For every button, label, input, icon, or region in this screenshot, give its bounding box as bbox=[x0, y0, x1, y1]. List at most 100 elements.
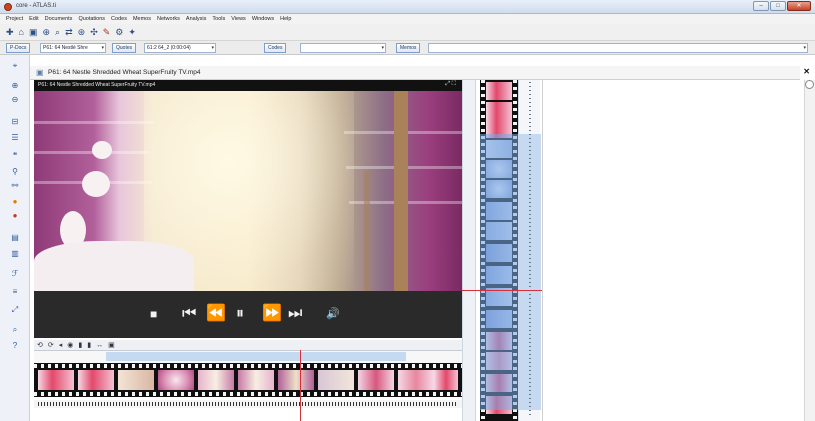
filmstrip-thumbnail[interactable] bbox=[434, 370, 458, 390]
minimize-button[interactable]: – bbox=[753, 1, 769, 11]
filmstrip-thumbnail[interactable] bbox=[358, 370, 394, 390]
menu-help[interactable]: Help bbox=[280, 16, 291, 22]
video-player[interactable]: P61: 64 Nestle Shredded Wheat SuperFruit… bbox=[34, 80, 462, 338]
previous-button[interactable]: ⏮ bbox=[182, 304, 196, 324]
filmstrip-thumbnail[interactable] bbox=[118, 370, 154, 390]
document-tab[interactable]: ▣ P61: 64 Nestle Shredded Wheat SuperFru… bbox=[30, 66, 800, 80]
zoom-range-icon[interactable]: ↔ bbox=[96, 342, 103, 349]
list-tool-icon[interactable]: ☰ bbox=[9, 133, 21, 143]
audio-waveform[interactable] bbox=[34, 400, 462, 408]
code-selector[interactable]: ▾ bbox=[300, 43, 386, 53]
menu-codes[interactable]: Codes bbox=[111, 16, 127, 22]
memo-icon[interactable]: ✎ bbox=[103, 26, 111, 38]
new-project-icon[interactable]: ✚ bbox=[6, 26, 14, 38]
filmstrip-thumbnail[interactable] bbox=[278, 370, 314, 390]
playhead-cursor[interactable] bbox=[300, 350, 301, 421]
add-document-icon[interactable]: ⊕ bbox=[43, 26, 51, 38]
fullscreen-icon[interactable]: ⤢ ⛶ bbox=[445, 81, 456, 88]
filmstrip-thumbnail[interactable] bbox=[486, 82, 512, 100]
filmstrip-thumbnail[interactable] bbox=[38, 370, 74, 390]
menu-windows[interactable]: Windows bbox=[252, 16, 274, 22]
menu-memos[interactable]: Memos bbox=[133, 16, 151, 22]
marker-out-icon[interactable]: ▮ bbox=[87, 341, 91, 349]
loop-icon[interactable]: ⟲ bbox=[37, 341, 43, 349]
filmstrip-thumbnail[interactable] bbox=[198, 370, 234, 390]
codes-button[interactable]: Codes bbox=[264, 43, 287, 53]
step-back-icon[interactable]: ◂ bbox=[59, 341, 63, 349]
pin-icon[interactable] bbox=[805, 80, 814, 89]
record-icon[interactable]: ◉ bbox=[67, 341, 73, 349]
menu-analysis[interactable]: Analysis bbox=[186, 16, 206, 22]
tools-icon[interactable]: ✦ bbox=[128, 26, 136, 38]
help-icon[interactable]: ? bbox=[9, 341, 21, 351]
rewind-button[interactable]: ⏪ bbox=[206, 304, 226, 324]
search-icon[interactable]: ⌕ bbox=[55, 26, 60, 38]
sync-icon[interactable]: ⟳ bbox=[48, 341, 54, 349]
fast-forward-button[interactable]: ⏩ bbox=[262, 304, 282, 324]
document-view-icon[interactable]: ▤ bbox=[9, 233, 21, 243]
quote-tool-icon[interactable]: ❝ bbox=[9, 151, 21, 161]
marker-in-icon[interactable]: ▮ bbox=[78, 341, 82, 349]
timeline-selection[interactable] bbox=[106, 352, 406, 361]
filmstrip-thumbnail[interactable] bbox=[78, 370, 114, 390]
menu-tools[interactable]: Tools bbox=[212, 16, 225, 22]
window-controls: – □ ✕ bbox=[753, 1, 811, 11]
memos-button[interactable]: Memos bbox=[396, 43, 421, 53]
quote-selector[interactable]: 61:2 64_2 (0:00:04) ▾ bbox=[144, 43, 216, 53]
link-icon[interactable]: ⚯ bbox=[9, 181, 21, 191]
vertical-filmstrip[interactable] bbox=[480, 80, 518, 421]
pause-button[interactable]: ⏸ bbox=[236, 304, 244, 324]
close-document-button[interactable]: ✕ bbox=[803, 67, 810, 76]
timeline-ruler[interactable] bbox=[34, 350, 462, 363]
pdocs-button[interactable]: P-Docs bbox=[6, 43, 31, 53]
quotes-button[interactable]: Quotes bbox=[112, 43, 137, 53]
quotation-highlight[interactable] bbox=[480, 134, 518, 410]
margin-area[interactable] bbox=[542, 80, 804, 421]
menu-quotations[interactable]: Quotations bbox=[78, 16, 105, 22]
menu-views[interactable]: Views bbox=[231, 16, 246, 22]
zoom-in-icon[interactable]: ⊕ bbox=[9, 81, 21, 91]
vertical-time-ruler[interactable] bbox=[518, 80, 541, 421]
filmstrip-thumbnail[interactable] bbox=[398, 370, 434, 390]
filmstrip-thumbnail[interactable] bbox=[238, 370, 274, 390]
window-titlebar: core - ATLAS.ti – □ ✕ bbox=[0, 0, 815, 14]
filmstrip-thumbnail[interactable] bbox=[318, 370, 354, 390]
settings-icon[interactable]: ⚙ bbox=[115, 26, 123, 38]
expand-icon[interactable]: ⤢ bbox=[9, 305, 21, 315]
assign-icon[interactable]: ⇄ bbox=[65, 26, 73, 38]
font-icon[interactable]: ℱ bbox=[9, 269, 21, 279]
menu-edit[interactable]: Edit bbox=[29, 16, 38, 22]
open-icon[interactable]: ⌂ bbox=[19, 26, 24, 38]
horizontal-filmstrip[interactable] bbox=[34, 363, 462, 397]
zoom-out-icon[interactable]: ⊖ bbox=[9, 95, 21, 105]
volume-button[interactable]: 🔊 bbox=[326, 304, 340, 324]
sprocket-holes bbox=[34, 364, 462, 368]
query-icon[interactable]: ⊛ bbox=[78, 26, 86, 38]
filter-icon[interactable]: ⚲ bbox=[9, 167, 21, 177]
vertical-playhead-cursor[interactable] bbox=[462, 290, 542, 291]
document-selector[interactable]: P61: 64 Nestlé Shre ▾ bbox=[40, 43, 106, 53]
menu-networks[interactable]: Networks bbox=[157, 16, 180, 22]
search-tool-icon[interactable]: ⌕ bbox=[9, 325, 21, 335]
snapshot-icon[interactable]: ▣ bbox=[108, 341, 115, 349]
code-marker-icon[interactable]: ● bbox=[9, 211, 21, 221]
stop-button[interactable]: ■ bbox=[150, 304, 157, 324]
filmstrip-thumbnail[interactable] bbox=[486, 102, 512, 120]
highlight-icon[interactable]: ● bbox=[9, 197, 21, 207]
marker-tool-icon[interactable]: ⊟ bbox=[9, 117, 21, 127]
menu-project[interactable]: Project bbox=[6, 16, 23, 22]
maximize-button[interactable]: □ bbox=[770, 1, 786, 11]
filmstrip-thumbnail[interactable] bbox=[158, 370, 194, 390]
memo-selector[interactable]: ▾ bbox=[428, 43, 808, 53]
select-tool-icon[interactable]: ⌖ bbox=[9, 61, 21, 71]
player-controls: ■ ⏮ ⏪ ⏸ ⏩ ⏭ 🔊 bbox=[34, 291, 462, 338]
video-frame[interactable] bbox=[34, 91, 462, 291]
next-button[interactable]: ⏭ bbox=[288, 304, 302, 324]
menu-documents[interactable]: Documents bbox=[45, 16, 73, 22]
text-view-icon[interactable]: ▥ bbox=[9, 249, 21, 259]
align-icon[interactable]: ≡ bbox=[9, 287, 21, 297]
save-icon[interactable]: ▣ bbox=[29, 26, 38, 38]
vertical-scrollbar[interactable] bbox=[804, 80, 815, 421]
close-window-button[interactable]: ✕ bbox=[787, 1, 811, 11]
network-icon[interactable]: ✣ bbox=[90, 26, 98, 38]
